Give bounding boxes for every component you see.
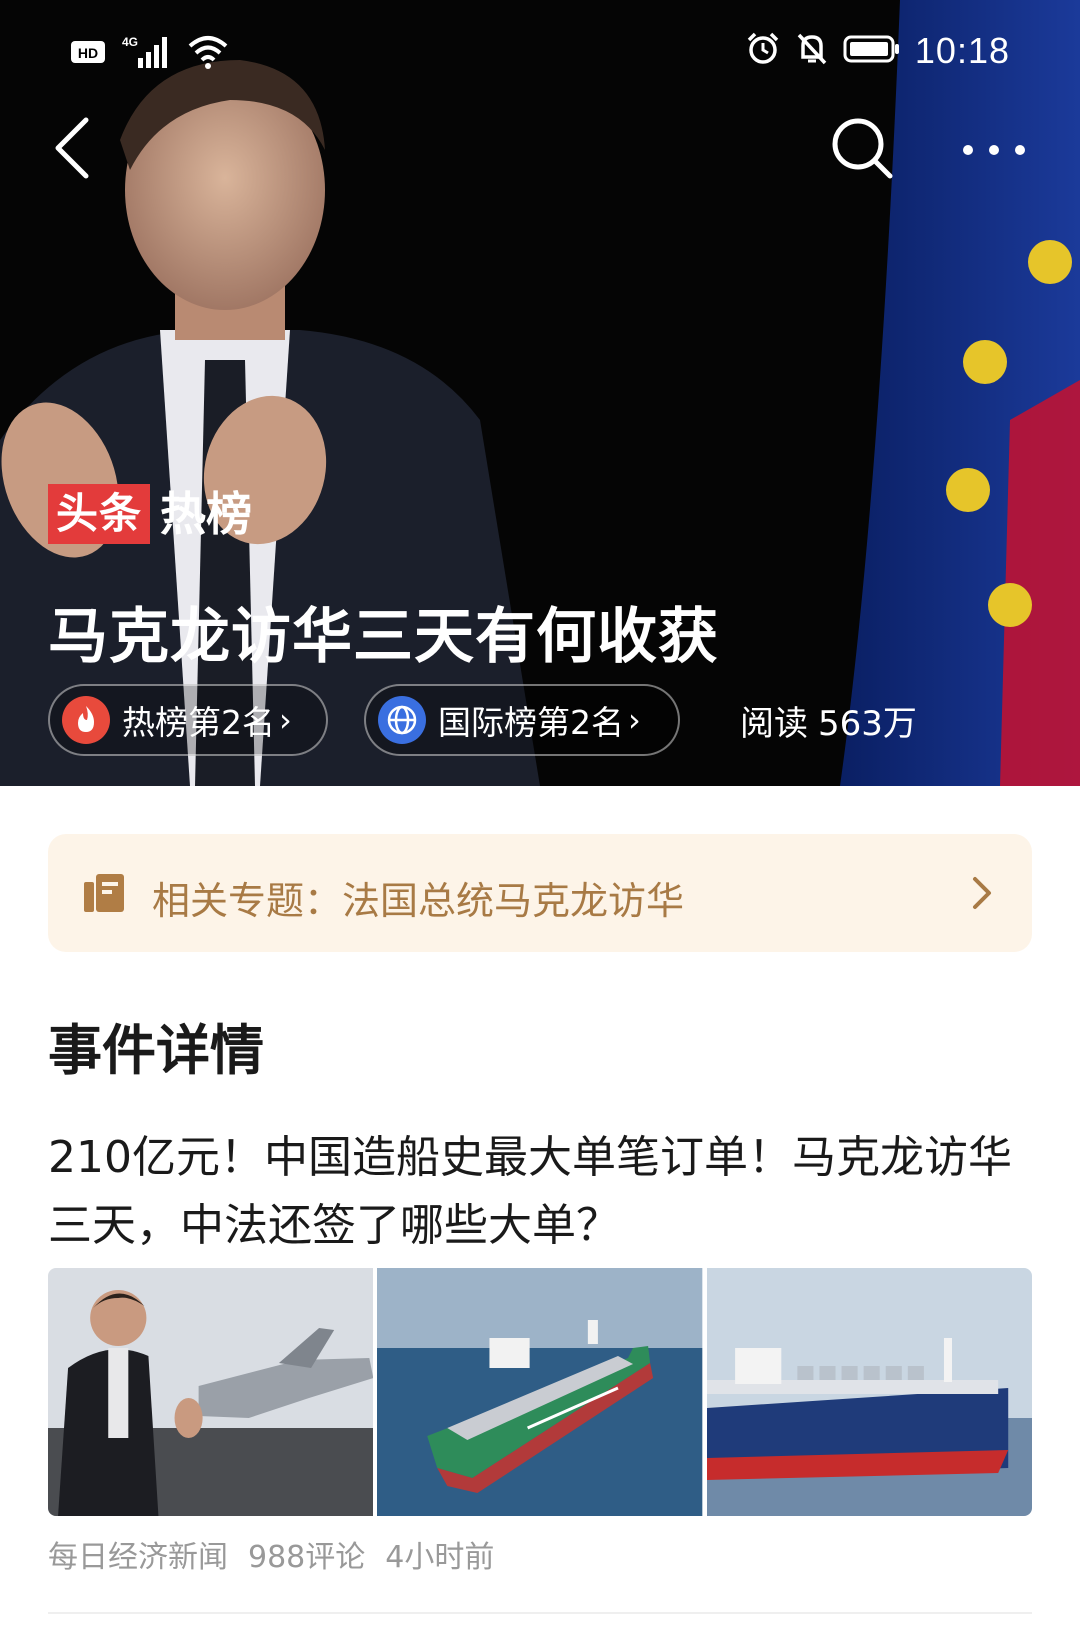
hot-rank-pill[interactable]: 热榜第2名 › [48,684,328,756]
battery-icon [843,34,901,69]
svg-text:4G: 4G [122,35,138,49]
article-title[interactable]: 210亿元！中国造船史最大单笔订单！马克龙访华三天，中法还签了哪些大单？ [48,1124,1038,1260]
hero-banner: HD 4G 10:18 头条 热榜 马克龙访华三天有何收获 热榜第2名 › 国际… [0,0,1080,786]
more-dots-icon [963,145,1025,155]
section-title: 事件详情 [48,1019,264,1082]
flame-icon [62,696,110,744]
search-button[interactable] [828,112,898,182]
thumbnail-ship-green[interactable] [377,1268,703,1516]
status-bar: HD 4G 10:18 [0,22,1080,82]
hot-list-logo: 头条 热榜 [48,484,252,544]
intl-rank-arrow: › [628,701,641,739]
brand-white-label: 热榜 [160,487,253,541]
intl-rank-pill[interactable]: 国际榜第2名 › [364,684,680,756]
hot-rank-label: 热榜第2名 [122,703,275,742]
more-button[interactable] [954,128,1034,172]
hd-icon: HD [70,38,110,71]
intl-rank-label: 国际榜第2名 [438,703,624,742]
thumbnail-speaker-jet[interactable] [48,1268,374,1516]
mute-icon [795,31,829,72]
read-count-label: 阅读 [740,704,808,744]
divider [48,1612,1032,1614]
back-button[interactable] [48,112,98,182]
document-icon [84,874,124,912]
signal-4g-icon: 4G [120,32,176,77]
globe-icon [378,696,426,744]
article-meta: 每日经济新闻 988评论 4小时前 [48,1532,494,1576]
wifi-icon [186,34,230,75]
hot-rank-arrow: › [279,701,292,739]
related-topic-banner[interactable]: 相关专题：法国总统马克龙访华 [48,834,1032,952]
clock: 10:18 [914,30,1010,71]
alarm-icon [745,31,781,72]
hero-title: 马克龙访华三天有何收获 [48,602,719,672]
read-count-value: 563万 [818,704,917,744]
article-source[interactable]: 每日经济新闻 [48,1532,228,1576]
chevron-left-icon [55,117,89,179]
thumbnail-ship-blue[interactable] [706,1268,1032,1516]
chevron-right-icon [973,877,991,909]
article-comments[interactable]: 988评论 [248,1532,365,1576]
svg-text:HD: HD [78,45,98,61]
article-thumbnails[interactable] [48,1268,1032,1516]
search-icon [832,118,893,179]
brand-red-label: 头条 [48,484,151,544]
read-count: 阅读 563万 [740,696,917,745]
related-topic-label: 相关专题：法国总统马克龙访华 [152,879,685,923]
article-time: 4小时前 [385,1540,495,1575]
